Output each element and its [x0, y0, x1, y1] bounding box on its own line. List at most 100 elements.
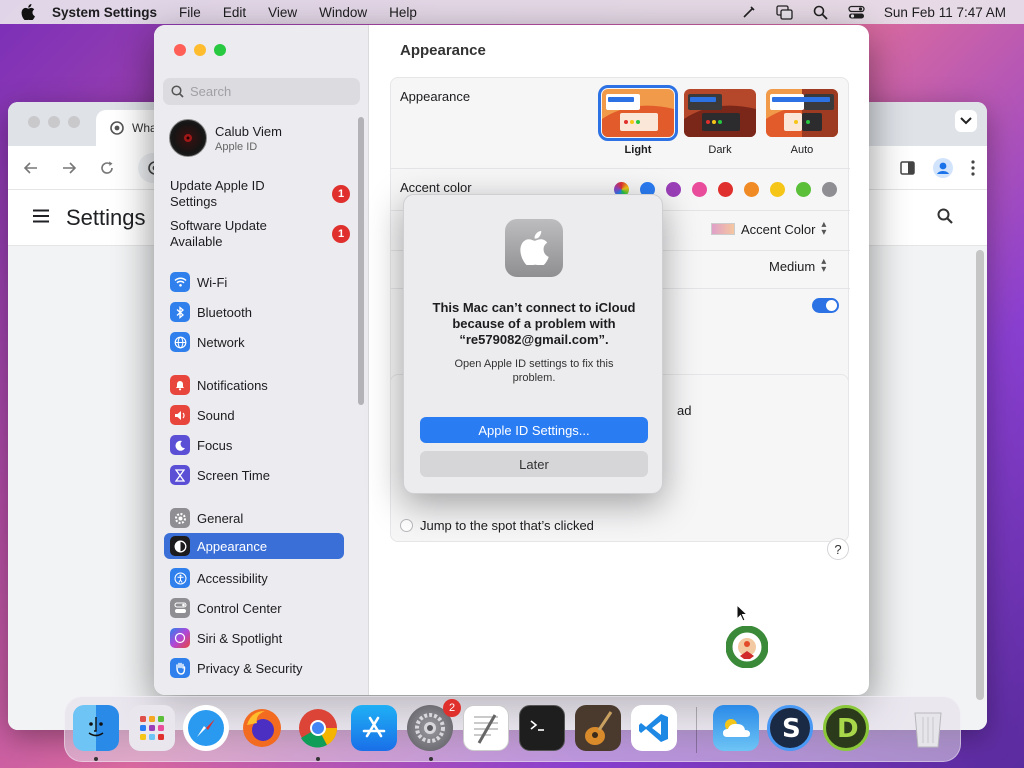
- sidebar-item-appearance[interactable]: Appearance: [164, 533, 344, 559]
- sidebar-item-label: Accessibility: [197, 570, 268, 586]
- dock-scrivener-icon[interactable]: S: [767, 705, 813, 751]
- dock-vscode-icon[interactable]: [631, 705, 677, 751]
- hamburger-menu-icon[interactable]: [32, 209, 50, 226]
- back-arrow-icon[interactable]: [22, 159, 40, 177]
- sidebar-item-label: Network: [197, 334, 245, 350]
- sidebar-item-network[interactable]: Network: [164, 329, 344, 355]
- search-icon: [171, 85, 184, 98]
- appearance-dark-thumbnail[interactable]: [684, 89, 756, 137]
- sidebar-icon-size-value: Medium: [769, 258, 816, 274]
- sidebar-item-label: Sound: [197, 407, 235, 423]
- sidebar-search[interactable]: [163, 78, 360, 105]
- appearance-auto-thumbnail[interactable]: [766, 89, 838, 137]
- search-icon[interactable]: [937, 208, 953, 227]
- dock-textedit-icon[interactable]: [463, 705, 509, 751]
- sidebar-icon-size-popup[interactable]: Medium ▴ ▾: [769, 257, 826, 275]
- search-input[interactable]: [190, 84, 350, 99]
- jump-to-spot-label: Jump to the spot that’s clicked: [420, 518, 594, 533]
- sidebar-item-general[interactable]: General: [164, 505, 344, 531]
- accent-orange-swatch[interactable]: [744, 182, 759, 197]
- dock-weather-icon[interactable]: [713, 705, 759, 751]
- dock-launchpad-icon[interactable]: [129, 705, 175, 751]
- menu-file[interactable]: File: [179, 5, 201, 20]
- chrome-page-title: Settings: [66, 204, 146, 230]
- apple-id-account[interactable]: Calub Viem Apple ID: [169, 119, 282, 157]
- window-controls: [174, 44, 226, 56]
- sidebar-item-label: Appearance: [197, 538, 268, 554]
- dock-trash-icon[interactable]: [905, 705, 951, 751]
- apple-id-settings-button[interactable]: Apple ID Settings...: [420, 417, 648, 443]
- accent-red-swatch[interactable]: [718, 182, 733, 197]
- dock-notification-badge: 2: [443, 699, 461, 717]
- dock-safari-icon[interactable]: [183, 705, 229, 751]
- appearance-light-thumbnail[interactable]: [598, 85, 678, 141]
- sidebar-item-label: Wi-Fi: [197, 274, 228, 290]
- dock-firefox-icon[interactable]: [239, 705, 285, 751]
- minimize-button[interactable]: [194, 44, 206, 56]
- spotlight-search-icon[interactable]: [812, 3, 830, 21]
- dock-chrome-icon[interactable]: [295, 705, 341, 751]
- menu-bar: System Settings File Edit View Window He…: [0, 0, 1024, 24]
- sidebar-item-sound[interactable]: Sound: [164, 402, 344, 428]
- appearance-light-label: Light: [624, 144, 652, 156]
- later-button[interactable]: Later: [420, 451, 648, 477]
- control-center-icon[interactable]: [848, 3, 866, 21]
- sidebar-item-privacy-security[interactable]: Privacy & Security: [164, 655, 344, 681]
- more-menu-icon[interactable]: [971, 160, 975, 179]
- help-button[interactable]: ?: [827, 538, 849, 560]
- sidebar-item-screen-time[interactable]: Screen Time: [164, 462, 344, 488]
- accent-graphite-swatch[interactable]: [822, 182, 837, 197]
- screen-mirroring-icon[interactable]: [776, 3, 794, 21]
- accent-green-swatch[interactable]: [796, 182, 811, 197]
- sidebar-item-siri-spotlight[interactable]: Siri & Spotlight: [164, 625, 344, 651]
- close-button[interactable]: [28, 116, 40, 128]
- alert-title: This Mac can’t connect to iCloud because…: [432, 300, 636, 347]
- jump-to-spot-radio[interactable]: [400, 519, 413, 532]
- menu-view[interactable]: View: [268, 5, 297, 20]
- zoom-button[interactable]: [68, 116, 80, 128]
- popup-chevrons-icon: ▴ ▾: [821, 219, 827, 238]
- dock-dash-icon[interactable]: D: [823, 705, 869, 751]
- accent-purple-swatch[interactable]: [666, 182, 681, 197]
- software-update-notice[interactable]: Software Update Available 1: [170, 218, 350, 250]
- side-panel-icon[interactable]: [900, 161, 915, 178]
- menu-app-name[interactable]: System Settings: [52, 5, 157, 20]
- dock-garageband-icon[interactable]: [575, 705, 621, 751]
- accent-yellow-swatch[interactable]: [770, 182, 785, 197]
- sidebar-item-accessibility[interactable]: Accessibility: [164, 565, 344, 591]
- settings-sidebar: Calub Viem Apple ID Update Apple ID Sett…: [154, 25, 369, 695]
- chrome-tab-title: Wha: [132, 121, 157, 135]
- dock-finder-icon[interactable]: [73, 705, 119, 751]
- menu-clock[interactable]: Sun Feb 11 7:47 AM: [884, 5, 1006, 20]
- accent-pink-swatch[interactable]: [692, 182, 707, 197]
- sidebar-item-label: Privacy & Security: [197, 660, 303, 676]
- sidebar-item-bluetooth[interactable]: Bluetooth: [164, 299, 344, 325]
- wallpaper-tinting-toggle[interactable]: [812, 298, 839, 313]
- sidebar-item-notifications[interactable]: Notifications: [164, 372, 344, 398]
- account-name: Calub Viem: [215, 123, 282, 139]
- highlight-color-popup[interactable]: Accent Color ▴ ▾: [711, 219, 827, 238]
- update-apple-id-notice[interactable]: Update Apple ID Settings 1: [170, 178, 350, 210]
- close-button[interactable]: [174, 44, 186, 56]
- chrome-scrollbar[interactable]: [976, 250, 984, 700]
- dock-terminal-icon[interactable]: [519, 705, 565, 751]
- menu-edit[interactable]: Edit: [223, 5, 246, 20]
- profile-avatar-icon[interactable]: [933, 158, 953, 181]
- sidebar-item-focus[interactable]: Focus: [164, 432, 344, 458]
- dock-app-store-icon[interactable]: [351, 705, 397, 751]
- tab-search-chevron-icon[interactable]: [955, 110, 977, 132]
- apple-menu-icon[interactable]: [18, 2, 38, 22]
- wreath-desktop-icon[interactable]: [725, 625, 769, 671]
- sidebar-item-wifi[interactable]: Wi-Fi: [164, 269, 344, 295]
- minimize-button[interactable]: [48, 116, 60, 128]
- menu-window[interactable]: Window: [319, 5, 367, 20]
- notice-label: Update Apple ID Settings: [170, 178, 265, 209]
- sidebar-scrollbar[interactable]: [358, 117, 364, 405]
- pen-tool-icon[interactable]: [740, 3, 758, 21]
- menu-help[interactable]: Help: [389, 5, 417, 20]
- zoom-button[interactable]: [214, 44, 226, 56]
- forward-arrow-icon[interactable]: [60, 159, 78, 177]
- accent-color-label: Accent color: [400, 180, 472, 195]
- sidebar-item-control-center[interactable]: Control Center: [164, 595, 344, 621]
- reload-icon[interactable]: [98, 159, 116, 177]
